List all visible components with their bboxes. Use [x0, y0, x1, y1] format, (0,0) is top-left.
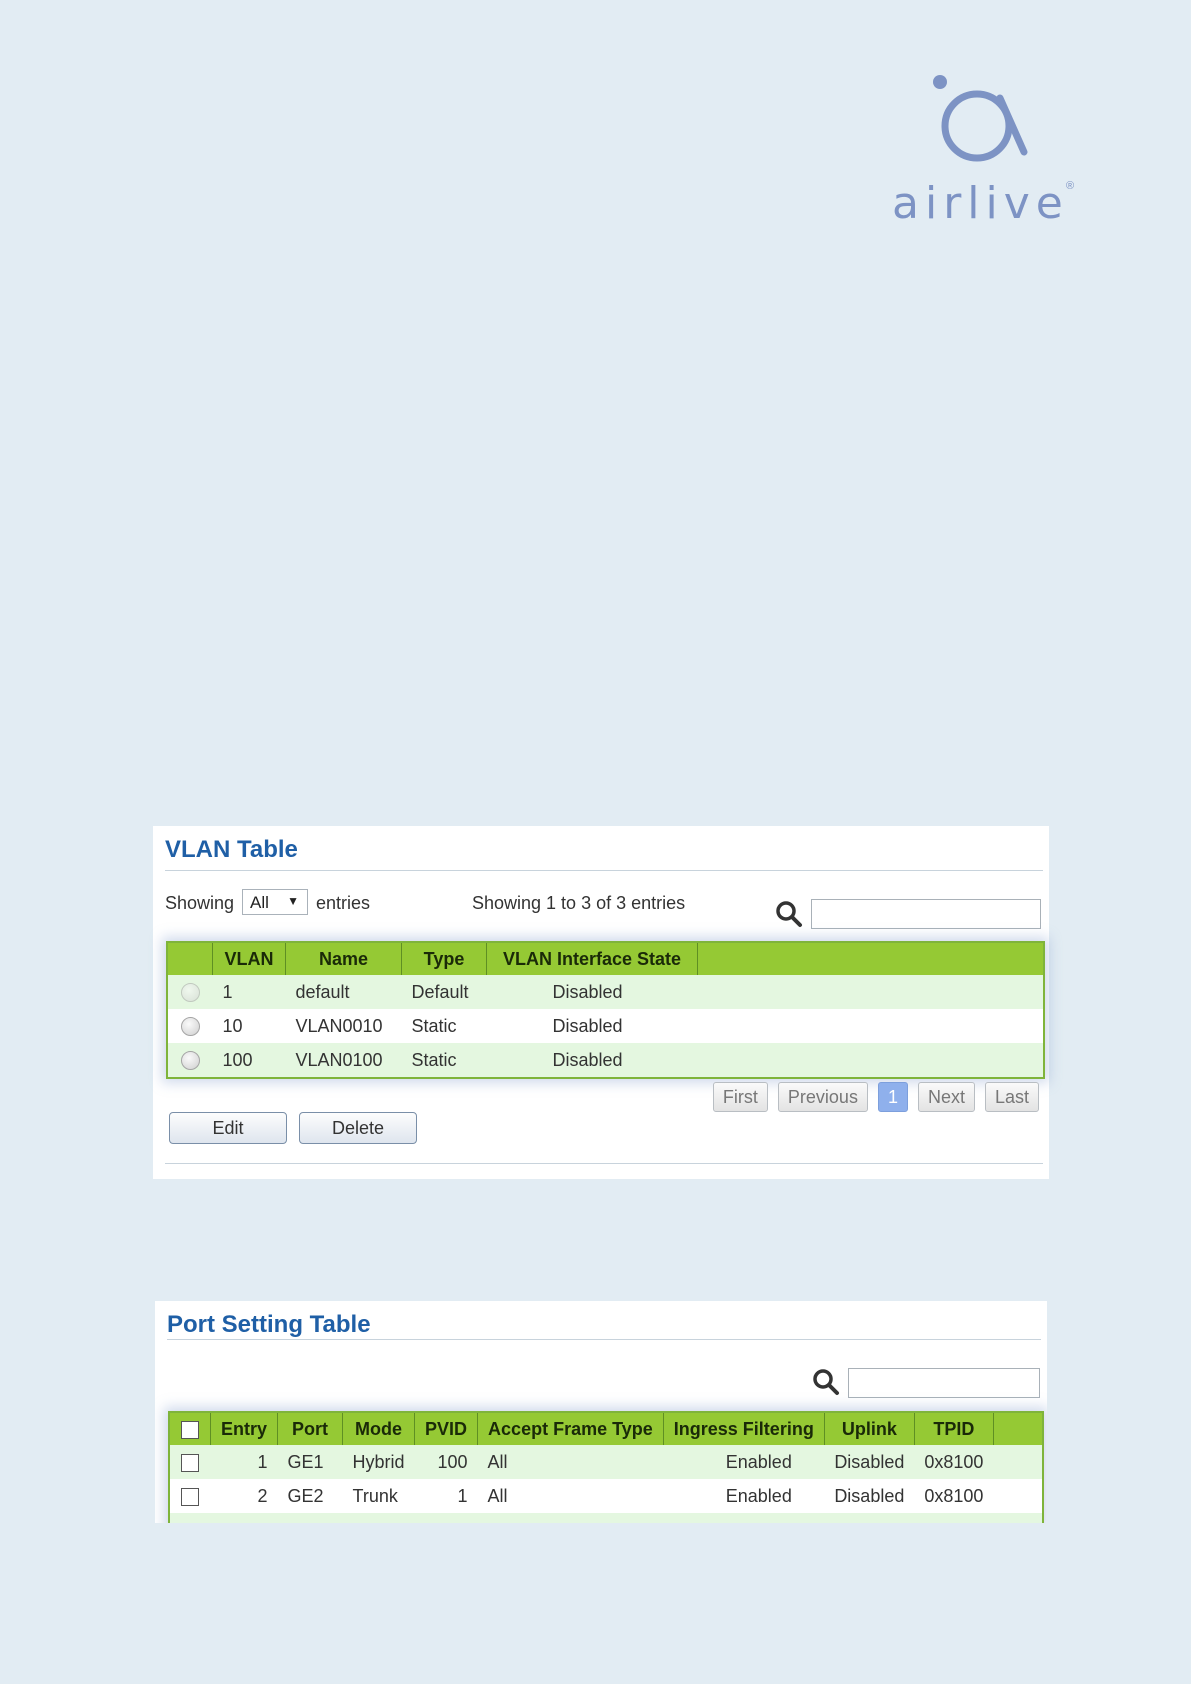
port-table-title: Port Setting Table: [167, 1311, 371, 1338]
dropdown-arrow-icon: ▼: [287, 894, 299, 908]
column-header-type[interactable]: Type: [401, 943, 487, 975]
cell-tpid: 0x8100: [914, 1479, 994, 1513]
port-search-input[interactable]: [848, 1368, 1040, 1398]
cell-pvid: 100: [414, 1445, 478, 1479]
airlive-logo: airlive ®: [892, 68, 1082, 229]
cell-port: GE2: [277, 1479, 343, 1513]
row-checkbox[interactable]: [181, 1487, 200, 1506]
entries-select-value: All: [250, 893, 269, 912]
cell-ingress-filtering: Enabled: [663, 1445, 825, 1479]
vlan-table-title: VLAN Table: [165, 836, 298, 863]
pager-page-button[interactable]: 1: [877, 1082, 908, 1112]
column-header-state[interactable]: VLAN Interface State: [486, 943, 698, 975]
column-header-accept-frame-type[interactable]: Accept Frame Type: [477, 1413, 664, 1445]
cell-entry: 1: [210, 1445, 278, 1479]
cell-name: VLAN0010: [285, 1009, 402, 1043]
row-radio: [180, 983, 200, 1003]
port-grid: Entry Port Mode PVID Accept Frame Type I…: [168, 1411, 1044, 1523]
table-row[interactable]: 100 VLAN0100 Static Disabled: [168, 1043, 1043, 1077]
edit-button[interactable]: Edit: [169, 1112, 287, 1144]
entries-select[interactable]: All ▼: [242, 889, 308, 915]
vlan-table-panel: VLAN Table Showing All ▼ entries Showing…: [153, 826, 1049, 1179]
cell-vlan: 1: [212, 975, 286, 1009]
cell-pvid: 1: [414, 1479, 478, 1513]
column-header-entry[interactable]: Entry: [210, 1413, 279, 1445]
pager-previous-button[interactable]: Previous: [777, 1082, 868, 1112]
filler-column-header: [993, 1413, 1042, 1445]
cell-entry: 2: [210, 1479, 278, 1513]
title-divider: [165, 870, 1043, 871]
cell-accept-frame-type: All: [477, 1479, 664, 1513]
cell-vlan: 100: [212, 1043, 286, 1077]
select-column-header: [168, 943, 213, 975]
column-header-uplink[interactable]: Uplink: [824, 1413, 915, 1445]
pager-next-button[interactable]: Next: [917, 1082, 975, 1112]
cell-mode: Trunk: [342, 1479, 415, 1513]
bottom-divider: [165, 1163, 1043, 1164]
pager-last-button[interactable]: Last: [984, 1082, 1039, 1112]
entries-summary: Showing 1 to 3 of 3 entries: [472, 893, 686, 913]
row-radio[interactable]: [180, 1017, 200, 1037]
cell-mode: Hybrid: [342, 1445, 415, 1479]
cell-tpid: 0x8100: [914, 1445, 994, 1479]
select-all-checkbox[interactable]: [181, 1420, 199, 1439]
vlan-header-row: VLAN Name Type VLAN Interface State: [168, 943, 1043, 975]
table-row[interactable]: 1 GE1 Hybrid 100 All Enabled Disabled 0x…: [170, 1445, 1042, 1479]
cell-uplink: Disabled: [824, 1445, 915, 1479]
table-row-partial: [170, 1513, 1042, 1523]
table-row[interactable]: 1 default Default Disabled: [168, 975, 1043, 1009]
column-header-pvid[interactable]: PVID: [414, 1413, 479, 1445]
cell-ingress-filtering: Enabled: [663, 1479, 825, 1513]
title-divider: [167, 1339, 1041, 1340]
vlan-table: VLAN Name Type VLAN Interface State 1 de…: [168, 943, 1043, 1077]
entries-label: entries: [316, 893, 371, 913]
cell-accept-frame-type: All: [477, 1445, 664, 1479]
delete-button[interactable]: Delete: [299, 1112, 417, 1144]
search-icon[interactable]: [775, 900, 803, 928]
port-header-row: Entry Port Mode PVID Accept Frame Type I…: [170, 1413, 1042, 1445]
select-all-header: [170, 1413, 211, 1445]
registered-mark: ®: [1066, 180, 1075, 192]
column-header-name[interactable]: Name: [285, 943, 402, 975]
pagination: First Previous 1 Next Last: [712, 1082, 1039, 1112]
column-header-vlan[interactable]: VLAN: [212, 943, 286, 975]
filler-column-header: [697, 943, 1043, 975]
cell-name: default: [285, 975, 402, 1009]
table-row[interactable]: 2 GE2 Trunk 1 All Enabled Disabled 0x810…: [170, 1479, 1042, 1513]
cell-name: VLAN0100: [285, 1043, 402, 1077]
airlive-logo-mark: [933, 75, 1028, 162]
column-header-mode[interactable]: Mode: [342, 1413, 416, 1445]
cell-vlan: 10: [212, 1009, 286, 1043]
logo-text: airlive: [892, 178, 1069, 229]
port-setting-panel: Port Setting Table Entry Port Mode PVID …: [155, 1301, 1047, 1523]
column-header-tpid[interactable]: TPID: [914, 1413, 994, 1445]
showing-label: Showing: [165, 893, 235, 913]
cell-uplink: Disabled: [824, 1479, 915, 1513]
search-icon[interactable]: [812, 1368, 840, 1396]
row-checkbox[interactable]: [181, 1453, 200, 1472]
cell-state: Disabled: [486, 1009, 698, 1043]
column-header-ingress-filtering[interactable]: Ingress Filtering: [663, 1413, 825, 1445]
pager-first-button[interactable]: First: [712, 1082, 768, 1112]
cell-state: Disabled: [486, 975, 698, 1009]
cell-type: Static: [401, 1043, 487, 1077]
column-header-port[interactable]: Port: [277, 1413, 344, 1445]
port-table: Entry Port Mode PVID Accept Frame Type I…: [170, 1413, 1042, 1523]
cell-state: Disabled: [486, 1043, 698, 1077]
vlan-search-input[interactable]: [811, 899, 1041, 929]
cell-type: Default: [401, 975, 487, 1009]
cell-type: Static: [401, 1009, 487, 1043]
cell-port: GE1: [277, 1445, 343, 1479]
vlan-grid: VLAN Name Type VLAN Interface State 1 de…: [166, 941, 1045, 1079]
row-radio[interactable]: [180, 1051, 200, 1071]
table-row[interactable]: 10 VLAN0010 Static Disabled: [168, 1009, 1043, 1043]
